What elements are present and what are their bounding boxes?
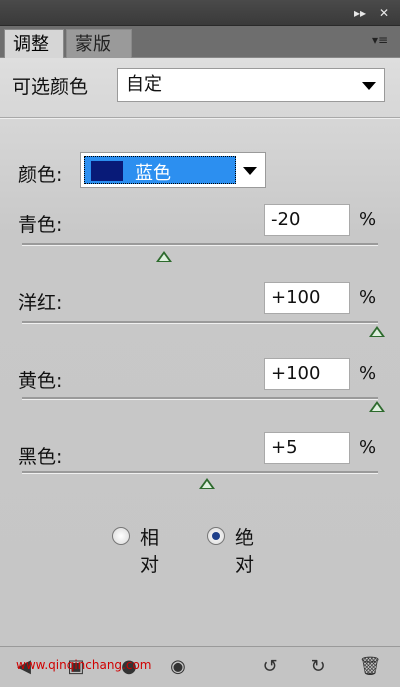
yellow-slider-thumb[interactable] (369, 401, 385, 412)
preset-dropdown[interactable]: 自定 (117, 68, 385, 102)
radio-absolute[interactable] (207, 527, 225, 545)
color-swatch (91, 161, 123, 181)
reset-icon[interactable]: ↻ (306, 655, 330, 679)
panel-menu-icon[interactable]: ▾≡ (372, 33, 394, 49)
cyan-slider-track[interactable] (22, 243, 378, 246)
color-label: 颜色: (18, 164, 63, 186)
tab-masks[interactable]: 蒙版 (66, 29, 132, 58)
yellow-slider-track[interactable] (22, 397, 378, 400)
color-dropdown[interactable]: 蓝色 (80, 152, 266, 188)
chevron-down-icon (362, 82, 376, 90)
panel-title-bar: ▸▸ ✕ (0, 0, 400, 26)
black-value-input[interactable]: +5 (264, 432, 350, 464)
double-chevron-right-icon[interactable]: ▸▸ (351, 4, 369, 22)
adjustment-name: 可选颜色 (12, 76, 89, 98)
yellow-label: 黄色: (18, 370, 63, 392)
color-selection-highlight: 蓝色 (84, 156, 236, 184)
magenta-label: 洋红: (18, 292, 63, 314)
panel-footer: ◀ ▣ ● ◉ ↺ ↻ 🗑 www.qinqinchang.com (0, 646, 400, 687)
black-percent-label: % (359, 437, 377, 458)
preset-value: 自定 (126, 74, 162, 95)
cyan-slider-thumb[interactable] (156, 251, 172, 262)
adjustment-panel: 可选颜色 自定 颜色: 蓝色 青色: -20 % 洋红: +100 % 黄色: … (0, 58, 400, 646)
eye-icon[interactable]: ◉ (166, 655, 190, 679)
previous-state-icon[interactable]: ↺ (258, 655, 282, 679)
black-label: 黑色: (18, 446, 63, 468)
color-value: 蓝色 (135, 163, 171, 184)
magenta-slider-track[interactable] (22, 321, 378, 324)
yellow-percent-label: % (359, 363, 377, 384)
cyan-value-input[interactable]: -20 (264, 204, 350, 236)
yellow-value-input[interactable]: +100 (264, 358, 350, 390)
radio-relative-label: 相对 (140, 527, 160, 576)
panel-tab-bar: 调整 蒙版 ▾≡ (0, 26, 400, 58)
radio-absolute-label: 绝对 (235, 527, 255, 576)
radio-relative[interactable] (112, 527, 130, 545)
cyan-percent-label: % (359, 209, 377, 230)
divider (0, 117, 400, 119)
trash-icon[interactable]: 🗑 (358, 655, 382, 679)
magenta-value-input[interactable]: +100 (264, 282, 350, 314)
chevron-down-icon (243, 167, 257, 175)
tab-adjustments[interactable]: 调整 (4, 29, 64, 58)
magenta-percent-label: % (359, 287, 377, 308)
watermark-text: www.qinqinchang.com (16, 658, 152, 672)
black-slider-thumb[interactable] (199, 478, 215, 489)
black-slider-track[interactable] (22, 471, 378, 474)
close-icon[interactable]: ✕ (375, 4, 393, 22)
magenta-slider-thumb[interactable] (369, 326, 385, 337)
cyan-label: 青色: (18, 214, 63, 236)
